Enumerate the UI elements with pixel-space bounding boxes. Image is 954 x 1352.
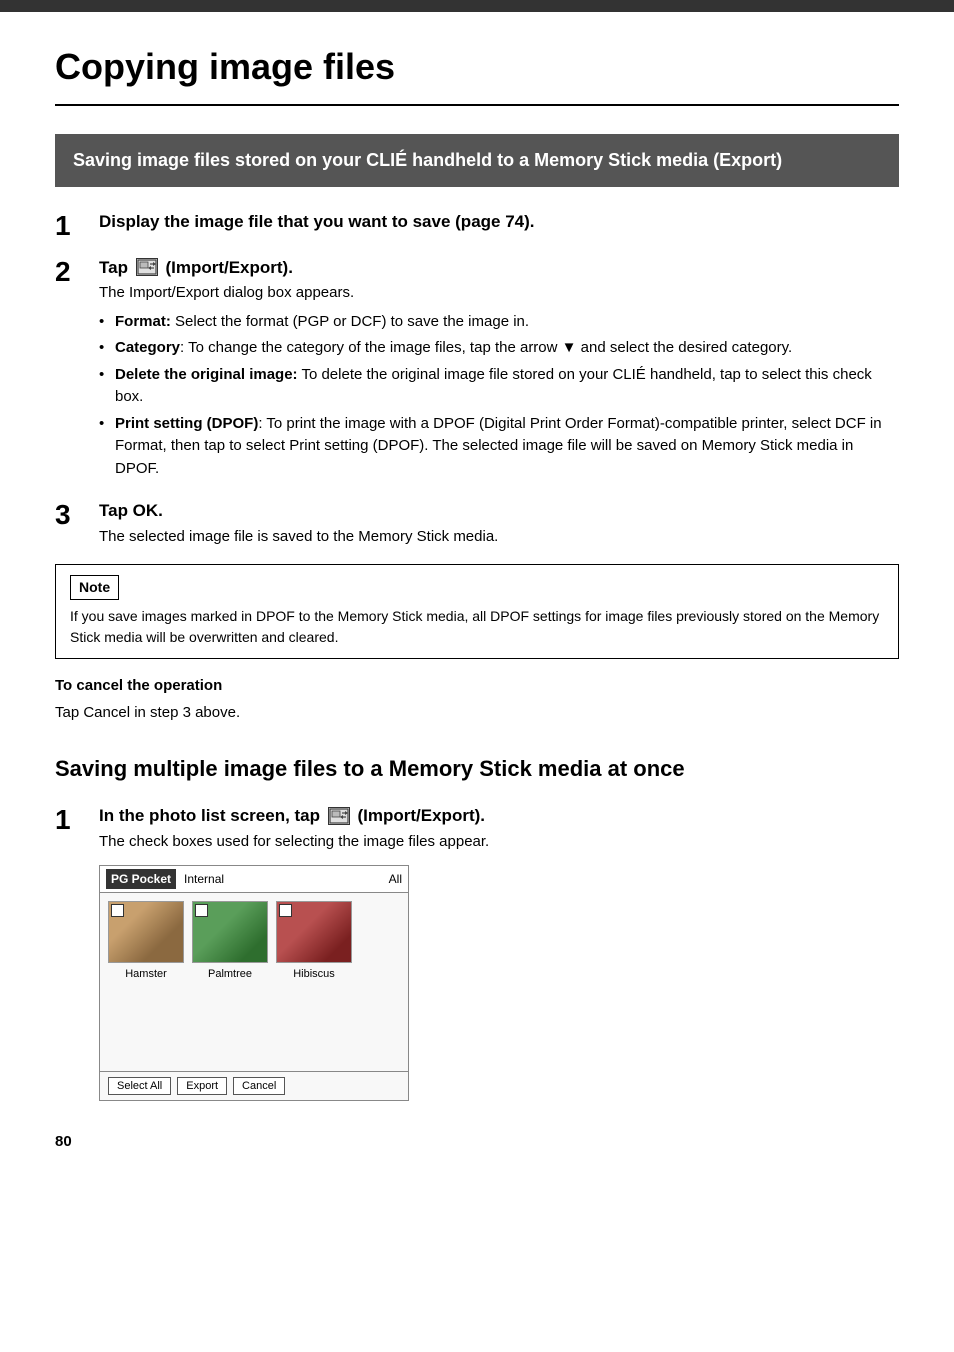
bullet-category-term: Category bbox=[115, 339, 180, 356]
checkbox-hamster[interactable] bbox=[111, 904, 124, 917]
image-label-hamster: Hamster bbox=[125, 966, 167, 983]
step2-title: Tap (Import/Export). bbox=[99, 255, 899, 281]
section2-step1-number: 1 bbox=[55, 803, 99, 837]
toolbar-label: PG Pocket bbox=[106, 869, 176, 889]
section2-step1-subtext: The check boxes used for selecting the i… bbox=[99, 831, 899, 854]
step1-number: 1 bbox=[55, 209, 99, 243]
step2-block: 2 Tap (Import/Export). The Import/Export bbox=[55, 255, 899, 487]
checkbox-palmtree[interactable] bbox=[195, 904, 208, 917]
step3-content: Tap OK. The selected image file is saved… bbox=[99, 498, 899, 548]
page-number: 80 bbox=[55, 1131, 899, 1154]
step3-subtext: The selected image file is saved to the … bbox=[99, 526, 899, 549]
step2-number: 2 bbox=[55, 255, 99, 289]
page-title: Copying image files bbox=[55, 40, 899, 106]
screenshot-box: PG Pocket Internal All Hamster bbox=[99, 865, 409, 1101]
section2-import-export-icon bbox=[328, 807, 350, 825]
bullet-print-term: Print setting (DPOF) bbox=[115, 415, 258, 432]
screenshot-footer: Select All Export Cancel bbox=[100, 1071, 408, 1100]
section2-step1-intro: In the photo list screen, tap bbox=[99, 806, 320, 825]
cancel-heading: To cancel the operation bbox=[55, 675, 899, 698]
image-label-hibiscus: Hibiscus bbox=[293, 966, 335, 983]
bullet-print: Print setting (DPOF): To print the image… bbox=[99, 413, 899, 481]
bullet-delete-term: Delete the original image: bbox=[115, 366, 298, 383]
note-box: Note If you save images marked in DPOF t… bbox=[55, 564, 899, 659]
section2-heading: Saving multiple image files to a Memory … bbox=[55, 752, 899, 785]
screenshot-toolbar: PG Pocket Internal All bbox=[100, 866, 408, 893]
step2-intro: Tap bbox=[99, 258, 128, 277]
image-item-hibiscus: Hibiscus bbox=[276, 901, 352, 983]
section1-header: Saving image files stored on your CLIÉ h… bbox=[55, 134, 899, 187]
step1-block: 1 Display the image file that you want t… bbox=[55, 209, 899, 243]
image-label-palmtree: Palmtree bbox=[208, 966, 252, 983]
section2-step1-content: In the photo list screen, tap (Import/Ex… bbox=[99, 803, 899, 1101]
step2-subtext: The Import/Export dialog box appears. bbox=[99, 282, 899, 305]
step3-number: 3 bbox=[55, 498, 99, 532]
top-bar bbox=[0, 0, 954, 12]
bullet-delete: Delete the original image: To delete the… bbox=[99, 364, 899, 409]
toolbar-right: All bbox=[389, 870, 402, 888]
checkbox-hibiscus[interactable] bbox=[279, 904, 292, 917]
bullet-format: Format: Select the format (PGP or DCF) t… bbox=[99, 311, 899, 334]
step2-after-icon: (Import/Export). bbox=[165, 258, 293, 277]
export-button[interactable]: Export bbox=[177, 1077, 227, 1095]
page-container: Copying image files Saving image files s… bbox=[0, 12, 954, 1193]
bullet-format-term: Format: bbox=[115, 313, 171, 330]
import-export-icon bbox=[136, 258, 158, 276]
section2-step1-after-icon: (Import/Export). bbox=[358, 806, 486, 825]
cancel-text: Tap Cancel in step 3 above. bbox=[55, 702, 899, 725]
toolbar-text: Internal bbox=[184, 870, 224, 888]
image-hamster bbox=[108, 901, 184, 963]
step3-text: Tap OK. bbox=[99, 501, 163, 520]
select-all-button[interactable]: Select All bbox=[108, 1077, 171, 1095]
step1-text: Display the image file that you want to … bbox=[99, 212, 535, 231]
image-palmtree bbox=[192, 901, 268, 963]
step2-content: Tap (Import/Export). The Import/Export d… bbox=[99, 255, 899, 487]
image-item-palmtree: Palmtree bbox=[192, 901, 268, 983]
image-hibiscus bbox=[276, 901, 352, 963]
step3-block: 3 Tap OK. The selected image file is sav… bbox=[55, 498, 899, 548]
section2-step1-block: 1 In the photo list screen, tap (Import/… bbox=[55, 803, 899, 1101]
screenshot-images: Hamster Palmtree Hibiscus bbox=[100, 893, 408, 991]
screenshot-spacer bbox=[100, 991, 408, 1071]
step2-bullets: Format: Select the format (PGP or DCF) t… bbox=[99, 311, 899, 481]
note-label: Note bbox=[70, 575, 119, 600]
cancel-button[interactable]: Cancel bbox=[233, 1077, 285, 1095]
section2-step1-title: In the photo list screen, tap (Import/Ex… bbox=[99, 803, 899, 829]
bullet-category: Category: To change the category of the … bbox=[99, 337, 899, 360]
step1-content: Display the image file that you want to … bbox=[99, 209, 899, 235]
image-item-hamster: Hamster bbox=[108, 901, 184, 983]
note-text: If you save images marked in DPOF to the… bbox=[70, 606, 884, 648]
